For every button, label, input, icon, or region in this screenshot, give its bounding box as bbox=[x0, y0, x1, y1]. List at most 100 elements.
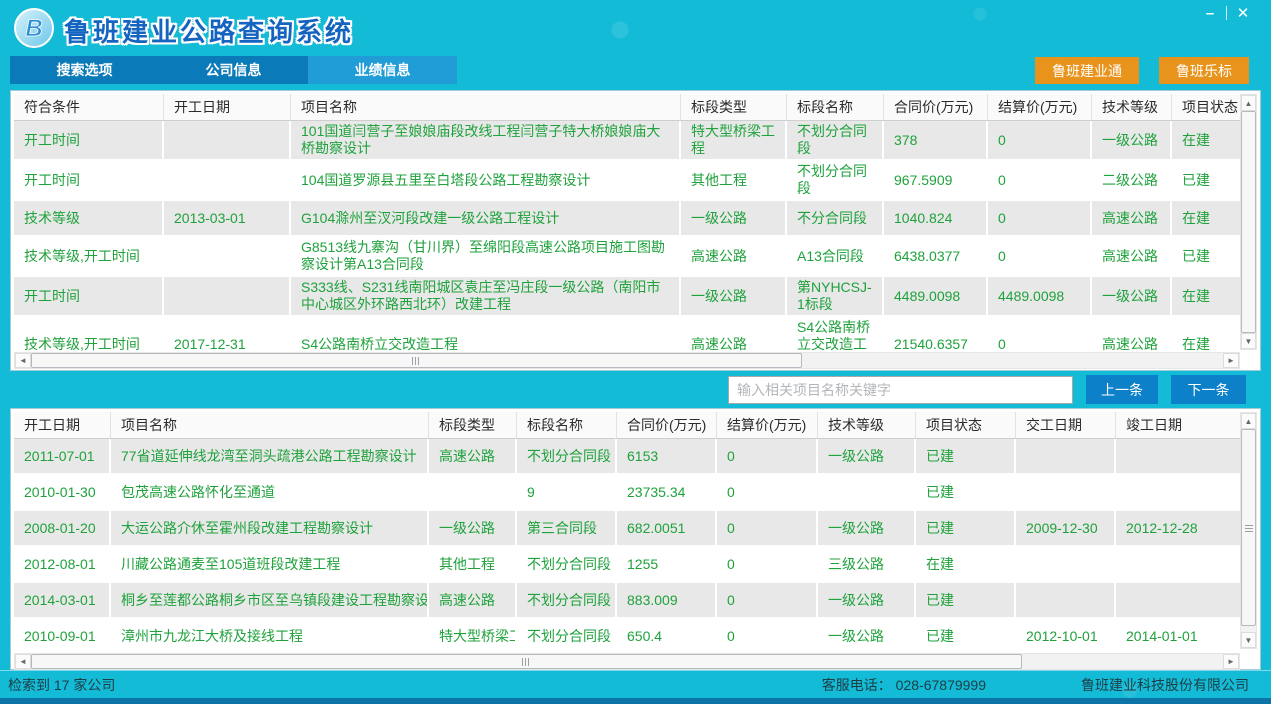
bottom-horizontal-scrollbar[interactable]: ◄ ► bbox=[14, 653, 1240, 670]
table-cell: 开工时间 bbox=[14, 121, 164, 159]
tab-search-options[interactable]: 搜索选项 bbox=[10, 56, 159, 84]
table-cell: 0 bbox=[717, 583, 818, 617]
table-cell: 一级公路 bbox=[1092, 277, 1172, 315]
scroll-grip-icon bbox=[1245, 523, 1253, 532]
top-vertical-scrollbar[interactable]: ▲ ▼ bbox=[1240, 94, 1257, 350]
table-row[interactable]: 2011-07-0177省道延伸线龙湾至洞头疏港公路工程勘察设计高速公路不划分合… bbox=[14, 439, 1240, 475]
project-table-panel: 开工日期项目名称标段类型标段名称合同价(万元)结算价(万元)技术等级项目状态交工… bbox=[10, 408, 1261, 670]
table-cell: 101国道闫营子至娘娘庙段改线工程闫营子特大桥娘娘庙大桥勘察设计 bbox=[291, 121, 681, 159]
column-header[interactable]: 项目名称 bbox=[291, 94, 681, 120]
table-cell: 883.009 bbox=[617, 583, 717, 617]
table-cell: 0 bbox=[717, 439, 818, 473]
scroll-right-icon[interactable]: ► bbox=[1227, 356, 1235, 365]
table-row[interactable]: 技术等级,开工时间2017-12-31S4公路南桥立交改造工程高速公路S4公路南… bbox=[14, 317, 1240, 352]
table-cell bbox=[818, 475, 916, 509]
column-header[interactable]: 开工日期 bbox=[14, 412, 111, 438]
title-bar: B 鲁班建业公路查询系统 – ✕ bbox=[0, 0, 1271, 56]
table-cell: 已建 bbox=[1172, 237, 1240, 275]
table-cell: 2010-09-01 bbox=[14, 619, 111, 653]
tab-company-info[interactable]: 公司信息 bbox=[159, 56, 308, 84]
table-cell: 0 bbox=[717, 547, 818, 581]
table-row[interactable]: 2012-08-01川藏公路通麦至105道班段改建工程其他工程不划分合同段125… bbox=[14, 547, 1240, 583]
table-cell: 77省道延伸线龙湾至洞头疏港公路工程勘察设计 bbox=[111, 439, 429, 473]
top-vscroll-thumb[interactable] bbox=[1241, 111, 1256, 333]
column-header[interactable]: 标段类型 bbox=[681, 94, 787, 120]
column-header[interactable]: 标段类型 bbox=[429, 412, 517, 438]
table-cell: 高速公路 bbox=[429, 583, 517, 617]
column-header[interactable]: 交工日期 bbox=[1016, 412, 1116, 438]
scroll-down-icon[interactable]: ▼ bbox=[1245, 337, 1253, 346]
table-cell: 23735.34 bbox=[617, 475, 717, 509]
table-cell bbox=[164, 121, 291, 159]
table-cell: 高速公路 bbox=[1092, 317, 1172, 352]
app-logo-icon: B bbox=[14, 8, 54, 48]
next-record-button[interactable]: 下一条 bbox=[1171, 375, 1246, 404]
top-hscroll-thumb[interactable] bbox=[31, 353, 802, 368]
close-button[interactable]: ✕ bbox=[1227, 3, 1259, 23]
top-hscroll-track[interactable] bbox=[802, 353, 1223, 368]
scroll-left-icon[interactable]: ◄ bbox=[19, 657, 27, 666]
project-keyword-input[interactable] bbox=[728, 376, 1073, 404]
bottom-hscroll-thumb[interactable] bbox=[31, 654, 1022, 669]
column-header[interactable]: 结算价(万元) bbox=[717, 412, 818, 438]
bottom-hscroll-track[interactable] bbox=[1022, 654, 1223, 669]
bottom-vscroll-thumb[interactable] bbox=[1241, 429, 1256, 626]
table-cell: 2013-03-01 bbox=[164, 201, 291, 235]
table-cell: 1255 bbox=[617, 547, 717, 581]
scroll-left-icon[interactable]: ◄ bbox=[19, 356, 27, 365]
scroll-down-icon[interactable]: ▼ bbox=[1245, 636, 1253, 645]
table-cell: 开工时间 bbox=[14, 161, 164, 199]
scroll-right-icon[interactable]: ► bbox=[1227, 657, 1235, 666]
table-cell: 已建 bbox=[916, 511, 1016, 545]
table-cell: 已建 bbox=[1172, 161, 1240, 199]
top-horizontal-scrollbar[interactable]: ◄ ► bbox=[14, 352, 1240, 369]
column-header[interactable]: 标段名称 bbox=[787, 94, 884, 120]
column-header[interactable]: 合同价(万元) bbox=[617, 412, 717, 438]
table-row[interactable]: 2010-01-30包茂高速公路怀化至通道923735.340已建 bbox=[14, 475, 1240, 511]
table-cell: 6438.0377 bbox=[884, 237, 988, 275]
table-row[interactable]: 2014-03-01桐乡至莲都公路桐乡市区至乌镇段建设工程勘察设计高速公路不划分… bbox=[14, 583, 1240, 619]
table-cell: 不划分合同段 bbox=[787, 161, 884, 199]
column-header[interactable]: 开工日期 bbox=[164, 94, 291, 120]
table-cell: 高速公路 bbox=[1092, 237, 1172, 275]
previous-record-button[interactable]: 上一条 bbox=[1086, 375, 1158, 404]
column-header[interactable]: 标段名称 bbox=[517, 412, 617, 438]
column-header[interactable]: 技术等级 bbox=[1092, 94, 1172, 120]
column-header[interactable]: 技术等级 bbox=[818, 412, 916, 438]
minimize-button[interactable]: – bbox=[1194, 3, 1226, 23]
tab-performance-info[interactable]: 业绩信息 bbox=[308, 56, 457, 84]
column-header[interactable]: 项目状态 bbox=[1172, 94, 1242, 120]
table-cell: 2008-01-20 bbox=[14, 511, 111, 545]
svg-text:B: B bbox=[25, 15, 42, 42]
luban-jianyetong-button[interactable]: 鲁班建业通 bbox=[1035, 57, 1139, 84]
table-cell: 378 bbox=[884, 121, 988, 159]
table-cell: 技术等级,开工时间 bbox=[14, 237, 164, 275]
column-header[interactable]: 项目状态 bbox=[916, 412, 1016, 438]
table-row[interactable]: 开工时间104国道罗源县五里至白塔段公路工程勘察设计其他工程不划分合同段967.… bbox=[14, 161, 1240, 201]
status-bar: 检索到 17 家公司 客服电话： 028-67879999 鲁班建业科技股份有限… bbox=[0, 670, 1271, 698]
table-cell bbox=[1116, 583, 1240, 617]
table-cell: 1040.824 bbox=[884, 201, 988, 235]
table-row[interactable]: 开工时间S333线、S231线南阳城区袁庄至冯庄段一级公路（南阳市中心城区外环路… bbox=[14, 277, 1240, 317]
column-header[interactable]: 符合条件 bbox=[14, 94, 164, 120]
table-cell: 一级公路 bbox=[818, 583, 916, 617]
scroll-up-icon[interactable]: ▲ bbox=[1245, 99, 1253, 108]
column-header[interactable]: 结算价(万元) bbox=[988, 94, 1092, 120]
table-row[interactable]: 2010-09-01漳州市九龙江大桥及接线工程特大型桥梁工程不划分合同段650.… bbox=[14, 619, 1240, 653]
scroll-up-icon[interactable]: ▲ bbox=[1245, 417, 1253, 426]
table-row[interactable]: 2008-01-20大运公路介休至霍州段改建工程勘察设计一级公路第三合同段682… bbox=[14, 511, 1240, 547]
table-row[interactable]: 技术等级2013-03-01G104滁州至汊河段改建一级公路工程设计一级公路不分… bbox=[14, 201, 1240, 237]
table-cell: 高速公路 bbox=[1092, 201, 1172, 235]
table-cell: 2014-03-01 bbox=[14, 583, 111, 617]
table-row[interactable]: 开工时间101国道闫营子至娘娘庙段改线工程闫营子特大桥娘娘庙大桥勘察设计特大型桥… bbox=[14, 121, 1240, 161]
column-header[interactable]: 合同价(万元) bbox=[884, 94, 988, 120]
bottom-vertical-scrollbar[interactable]: ▲ ▼ bbox=[1240, 412, 1257, 649]
table-row[interactable]: 技术等级,开工时间G8513线九寨沟（甘川界）至绵阳段高速公路项目施工图勘察设计… bbox=[14, 237, 1240, 277]
table-cell bbox=[1116, 439, 1240, 473]
table-cell: 0 bbox=[717, 511, 818, 545]
column-header[interactable]: 项目名称 bbox=[111, 412, 429, 438]
column-header[interactable]: 竣工日期 bbox=[1116, 412, 1242, 438]
bottom-table-header-row: 开工日期项目名称标段类型标段名称合同价(万元)结算价(万元)技术等级项目状态交工… bbox=[14, 412, 1240, 439]
table-cell: S4公路南桥立交改造工程 bbox=[291, 317, 681, 352]
luban-lebiao-button[interactable]: 鲁班乐标 bbox=[1159, 57, 1249, 84]
